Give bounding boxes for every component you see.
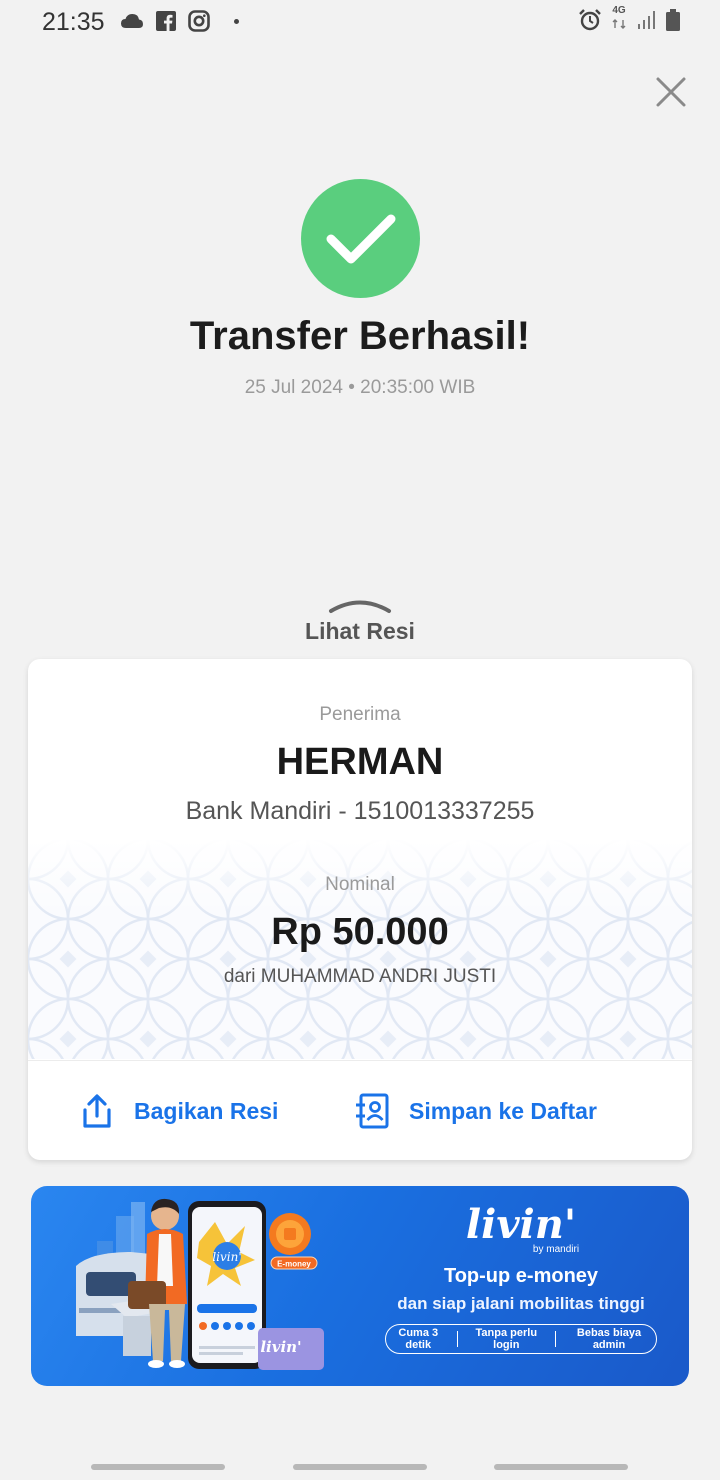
recipient-account: Bank Mandiri - 1510013337255: [185, 797, 535, 825]
banner-headline: Top-up e-money: [443, 1265, 599, 1287]
share-receipt-label: Bagikan Resi: [134, 1097, 279, 1124]
recipient-label: Penerima: [319, 704, 401, 725]
close-button[interactable]: [652, 73, 690, 111]
banner-copy: livin' by mandiri Top-up e-money dan sia…: [366, 1204, 676, 1354]
facebook-icon: [156, 11, 176, 31]
signal-icon: [638, 11, 655, 29]
banner-features: Cuma 3 detik Tanpa perlu login Bebas bia…: [385, 1324, 657, 1354]
check-icon: [326, 214, 395, 263]
card-divider: [28, 1060, 692, 1061]
sender-name: dari MUHAMMAD ANDRI JUSTI: [223, 966, 497, 987]
navigation-bar: [0, 1452, 720, 1480]
nav-home-button[interactable]: [293, 1464, 427, 1470]
amount-value: Rp 50.000: [271, 911, 449, 953]
receipt-card: Penerima HERMAN Bank Mandiri - 151001333…: [28, 659, 692, 1160]
banner-illustration: livin' E-money livin': [76, 1198, 324, 1370]
recipient-name: HERMAN: [276, 741, 444, 783]
view-receipt-toggle[interactable]: Lihat Resi: [280, 596, 440, 648]
instagram-icon: [188, 10, 210, 32]
status-bar: 21:35 4G: [0, 0, 720, 44]
battery-icon: [666, 9, 680, 31]
nav-recent-apps-button[interactable]: [91, 1464, 225, 1470]
status-time: 21:35: [42, 8, 105, 36]
card-brand: livin': [260, 1338, 301, 1356]
page-title: Transfer Berhasil!: [189, 314, 531, 358]
feature-item: Tanpa perlu login: [475, 1327, 538, 1351]
cloud-icon: [121, 14, 143, 28]
close-icon: [656, 77, 686, 107]
share-receipt-button[interactable]: Bagikan Resi: [78, 1089, 278, 1133]
feature-separator: [456, 1331, 458, 1347]
promo-banner[interactable]: livin' E-money livin' livin' by mandiri …: [31, 1186, 689, 1386]
transfer-datetime: 25 Jul 2024 • 20:35:00 WIB: [244, 377, 476, 398]
success-badge: [301, 179, 420, 298]
brand-logo: livin': [465, 1201, 577, 1248]
feature-item: Cuma 3 detik: [398, 1327, 439, 1351]
feature-item: Bebas biaya admin: [576, 1327, 642, 1351]
banner-subline: dan siap jalani mobilitas tinggi: [397, 1294, 645, 1313]
status-left-icons: [120, 10, 239, 32]
save-to-list-label: Simpan ke Daftar: [409, 1097, 597, 1124]
phone-brand: livin': [212, 1250, 241, 1264]
save-to-list-button[interactable]: Simpan ke Daftar: [355, 1089, 597, 1133]
view-receipt-label: Lihat Resi: [305, 618, 415, 644]
4g-icon: 4G: [612, 6, 626, 34]
amount-label: Nominal: [325, 874, 395, 895]
add-contact-icon: [356, 1093, 389, 1129]
alarm-icon: [579, 9, 601, 31]
chevron-up-icon: [329, 600, 391, 613]
share-icon: [83, 1094, 111, 1128]
emoney-badge: E-money: [277, 1260, 311, 1269]
nav-back-button[interactable]: [494, 1464, 628, 1470]
status-right-icons: 4G: [578, 6, 680, 34]
dot-icon: [234, 18, 239, 24]
feature-separator: [555, 1331, 557, 1347]
